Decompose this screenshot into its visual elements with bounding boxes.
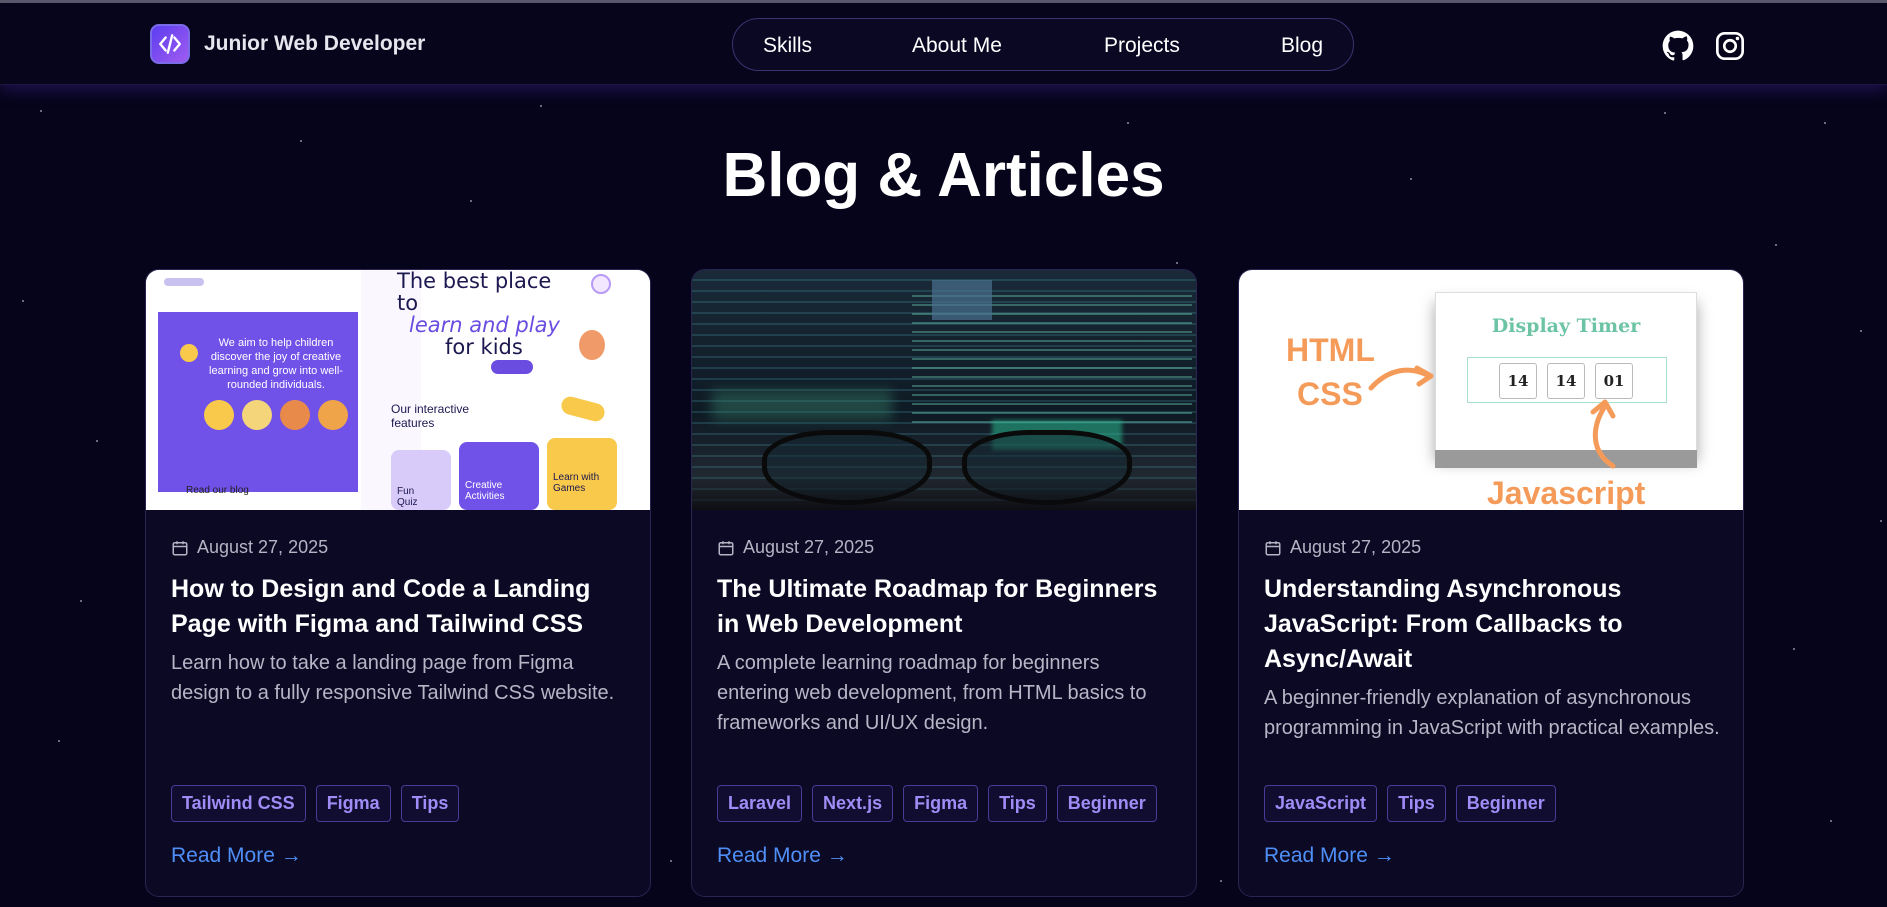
image-label-css: CSS — [1297, 376, 1363, 412]
nav-item-about-me[interactable]: About Me — [912, 34, 1002, 58]
arrow-right-icon — [1368, 365, 1434, 391]
nav-item-skills[interactable]: Skills — [763, 34, 812, 58]
image-headline-2: learn and play — [409, 313, 560, 337]
image-feature-2: Creative Activities — [465, 480, 505, 502]
blog-card: Display Timer 14 14 01 HTML CSS Javascri… — [1238, 269, 1744, 897]
calendar-icon — [1265, 540, 1281, 555]
image-left-page: We aim to help children discover the joy… — [146, 270, 358, 510]
read-more-link[interactable]: Read More → — [171, 844, 302, 868]
card-image-code-screen[interactable] — [692, 270, 1196, 510]
card-date-text: August 27, 2025 — [197, 537, 329, 557]
blog-card: We aim to help children discover the joy… — [145, 269, 651, 897]
tag[interactable]: Tips — [988, 785, 1047, 822]
card-date-text: August 27, 2025 — [1290, 537, 1422, 557]
image-headline-1: The best place to — [397, 270, 552, 315]
image-timer-digit: 14 — [1547, 363, 1585, 399]
image-timer-title: Display Timer — [1491, 315, 1641, 337]
card-description: Learn how to take a landing page from Fi… — [171, 652, 615, 704]
card-date: August 27, 2025 — [1264, 537, 1421, 558]
instagram-icon[interactable] — [1714, 30, 1746, 62]
card-title[interactable]: Understanding Asynchronous JavaScript: F… — [1264, 572, 1724, 677]
card-date: August 27, 2025 — [171, 537, 328, 558]
image-feature-1: Fun Quiz — [397, 486, 418, 508]
image-timer-digit: 14 — [1499, 363, 1537, 399]
arrow-up-icon — [1590, 399, 1616, 469]
tag[interactable]: Laravel — [717, 785, 803, 822]
tag[interactable]: Tips — [1387, 785, 1446, 822]
tag[interactable]: Figma — [315, 785, 391, 822]
brand-name: Junior Web Developer — [204, 32, 426, 55]
github-icon[interactable] — [1662, 30, 1694, 62]
image-label-javascript: Javascript — [1487, 475, 1646, 510]
tag[interactable]: Next.js — [812, 785, 894, 822]
nav-item-projects[interactable]: Projects — [1104, 34, 1180, 58]
tag[interactable]: Figma — [903, 785, 979, 822]
tag[interactable]: Tips — [400, 785, 460, 822]
image-feature-3: Learn with Games — [553, 472, 600, 494]
card-image-landing-page[interactable]: We aim to help children discover the joy… — [146, 270, 650, 510]
tag-list: Laravel Next.js Figma Tips Beginner — [717, 785, 1157, 822]
read-more-link[interactable]: Read More → — [1264, 844, 1395, 868]
tag-list: Tailwind CSS Figma Tips — [171, 785, 460, 822]
card-description: A beginner-friendly explanation of async… — [1264, 687, 1720, 739]
tag[interactable]: Tailwind CSS — [171, 785, 306, 822]
top-navbar: Junior Web Developer Skills About Me Pro… — [0, 3, 1887, 85]
read-more-link[interactable]: Read More → — [717, 844, 848, 868]
main-nav: Skills About Me Projects Blog — [732, 18, 1354, 71]
image-headline-3: for kids — [445, 335, 523, 359]
image-label-html: HTML — [1286, 332, 1375, 368]
tag[interactable]: JavaScript — [1264, 785, 1378, 822]
card-date: August 27, 2025 — [717, 537, 874, 558]
calendar-icon — [718, 540, 734, 555]
image-blog-label: Read our blog — [186, 485, 249, 496]
card-description: A complete learning roadmap for beginner… — [717, 652, 1147, 734]
card-title[interactable]: How to Design and Code a Landing Page wi… — [171, 572, 631, 642]
social-links — [1662, 30, 1746, 62]
image-right-page: The best place to learn and play for kid… — [361, 270, 650, 510]
nav-item-blog[interactable]: Blog — [1281, 34, 1323, 58]
card-date-text: August 27, 2025 — [743, 537, 875, 557]
image-timer-digit: 01 — [1595, 363, 1633, 399]
blog-card: August 27, 2025 The Ultimate Roadmap for… — [691, 269, 1197, 897]
tag[interactable]: Beginner — [1056, 785, 1157, 822]
tag-list: JavaScript Tips Beginner — [1264, 785, 1556, 822]
code-logo-icon — [150, 24, 190, 64]
card-title[interactable]: The Ultimate Roadmap for Beginners in We… — [717, 572, 1177, 642]
image-section-label: Our interactive features — [391, 402, 470, 430]
tag[interactable]: Beginner — [1455, 785, 1556, 822]
card-image-timer[interactable]: Display Timer 14 14 01 HTML CSS Javascri… — [1239, 270, 1743, 510]
calendar-icon — [172, 540, 188, 555]
brand[interactable]: Junior Web Developer — [150, 24, 425, 64]
image-mission-text: We aim to help children discover the joy… — [209, 337, 343, 391]
page-title: Blog & Articles — [722, 141, 1165, 210]
